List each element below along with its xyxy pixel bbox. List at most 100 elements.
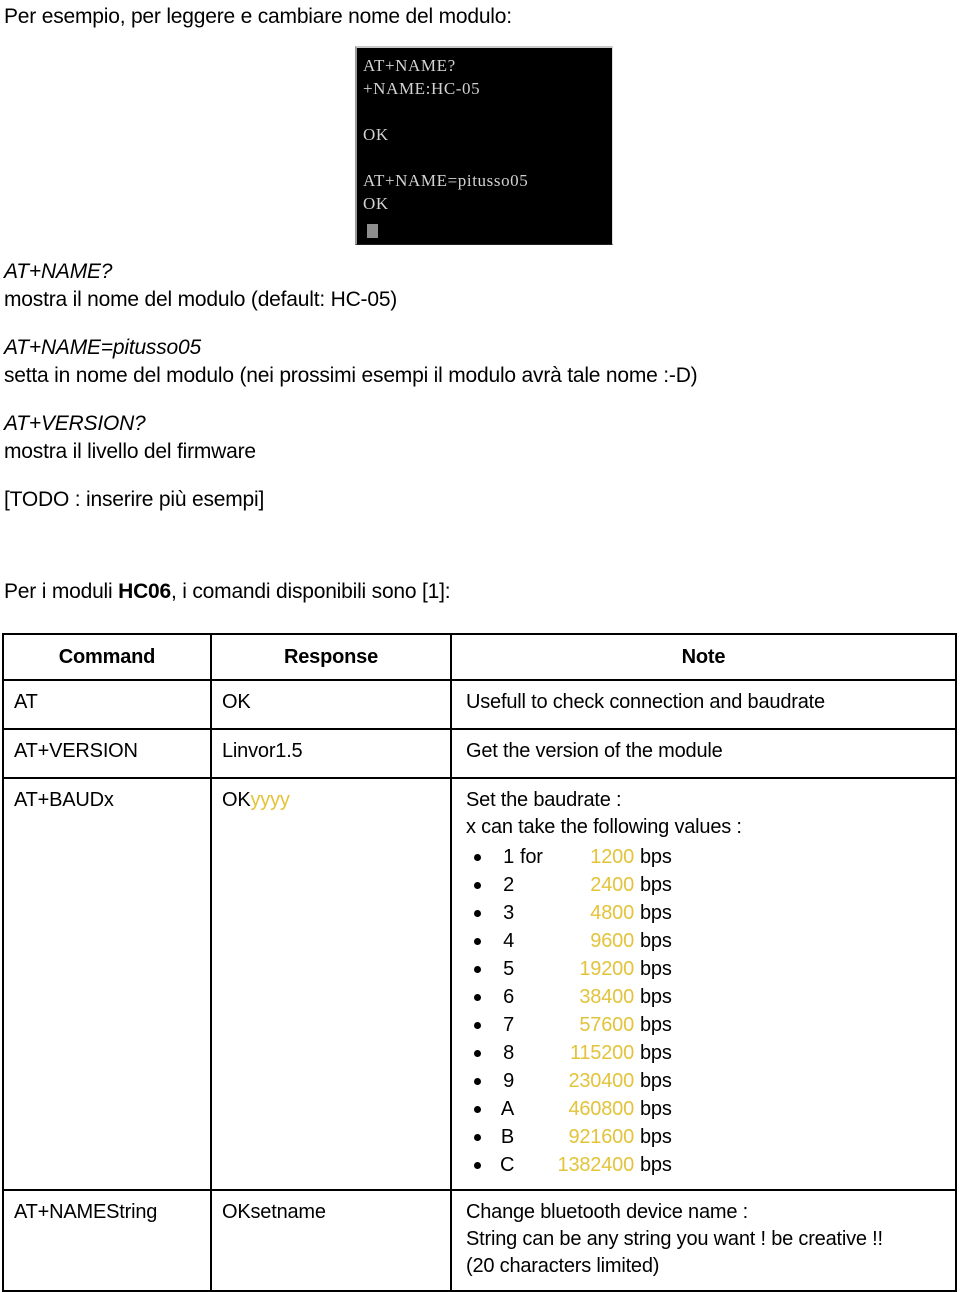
- terminal-line: +NAME:HC-05: [363, 79, 481, 98]
- baudrate-unit: bps: [640, 1154, 672, 1176]
- baudrate-item: 5 19200 bps: [466, 955, 945, 983]
- table-row: AT+VERSION Linvor1.5 Get the version of …: [2, 728, 957, 779]
- baudrate-unit: bps: [640, 958, 672, 980]
- intro-paragraph: Per esempio, per leggere e cambiare nome…: [4, 5, 512, 28]
- bullet-icon: [474, 1022, 481, 1029]
- cell-response-text: OKsetname: [222, 1201, 326, 1223]
- todo-note: [TODO : inserire più esempi]: [4, 488, 265, 511]
- cell-command: AT+NAMEString: [2, 1189, 212, 1292]
- definition-item: AT+VERSION? mostra il livello del firmwa…: [4, 410, 956, 466]
- serial-terminal-screenshot: AT+NAME? +NAME:HC-05 OK AT+NAME=pitusso0…: [355, 46, 613, 245]
- baudrate-value: 57600: [579, 1014, 634, 1036]
- baudrate-unit: bps: [640, 1014, 672, 1036]
- baudrate-index: 3: [503, 902, 514, 924]
- baudrate-value: 1382400: [557, 1154, 635, 1176]
- baudrate-index: 4: [503, 930, 514, 952]
- baudrate-unit: bps: [640, 1098, 672, 1120]
- baudrate-index: 8: [503, 1042, 514, 1064]
- bullet-icon: [474, 1078, 481, 1085]
- baudrate-value: 9600: [590, 930, 634, 952]
- cell-command: AT: [2, 679, 212, 730]
- baudrate-index: C: [500, 1154, 515, 1176]
- baudrate-value: 19200: [579, 958, 634, 980]
- cell-command-text: AT+BAUDx: [14, 789, 114, 811]
- baudrate-item: 6 38400 bps: [466, 983, 945, 1011]
- response-plain: OK: [222, 789, 251, 811]
- baudrate-index: 5: [503, 958, 514, 980]
- baudrate-item: 8 115200 bps: [466, 1039, 945, 1067]
- table-row: AT OK Usefull to check connection and ba…: [2, 679, 957, 730]
- cell-response: OKsetname: [210, 1189, 452, 1292]
- lead-in-module: HC06: [118, 580, 172, 603]
- baudrate-item: 4 9600 bps: [466, 927, 945, 955]
- definition-command: AT+NAME=pitusso05: [4, 336, 201, 359]
- cell-note: Change bluetooth device name : String ca…: [450, 1189, 957, 1292]
- bullet-icon: [474, 1162, 481, 1169]
- terminal-line: OK: [363, 125, 389, 144]
- bullet-icon: [474, 882, 481, 889]
- table-row: AT+BAUDx OKyyyy Set the baudrate : x can…: [2, 777, 957, 1191]
- baudrate-item: 9 230400 bps: [466, 1067, 945, 1095]
- header-note: Note: [450, 633, 957, 681]
- definition-command: AT+NAME?: [4, 260, 113, 283]
- note-line: String can be any string you want ! be c…: [466, 1228, 883, 1250]
- baudrate-item: 3 4800 bps: [466, 899, 945, 927]
- bullet-icon: [474, 910, 481, 917]
- definition-description: setta in nome del modulo (nei prossimi e…: [4, 364, 698, 387]
- cell-note-text: Get the version of the module: [466, 740, 723, 762]
- bullet-icon: [474, 966, 481, 973]
- baudrate-item: B 921600 bps: [466, 1123, 945, 1151]
- baudrate-item: 7 57600 bps: [466, 1011, 945, 1039]
- note-line: Set the baudrate :: [466, 789, 622, 811]
- cell-note: Get the version of the module: [450, 728, 957, 779]
- baudrate-unit: bps: [640, 1126, 672, 1148]
- baudrate-value: 4800: [590, 902, 634, 924]
- bullet-icon: [474, 1106, 481, 1113]
- baudrate-value: 38400: [579, 986, 634, 1008]
- cell-command: AT+VERSION: [2, 728, 212, 779]
- definition-command: AT+VERSION?: [4, 412, 146, 435]
- baudrate-index: 6: [503, 986, 514, 1008]
- command-definitions: AT+NAME? mostra il nome del modulo (defa…: [4, 258, 956, 514]
- baudrate-value: 2400: [590, 874, 634, 896]
- note-line: x can take the following values :: [466, 816, 742, 838]
- lead-in-prefix: Per i moduli: [4, 580, 119, 603]
- terminal-line: AT+NAME=pitusso05: [363, 171, 529, 190]
- baudrate-item: C 1382400 bps: [466, 1151, 945, 1179]
- baudrate-item: 1 for 1200 bps: [466, 843, 945, 871]
- baudrate-for-label: for: [520, 846, 543, 868]
- baudrate-unit: bps: [640, 902, 672, 924]
- definition-description: mostra il livello del firmware: [4, 440, 256, 463]
- baudrate-item: A 460800 bps: [466, 1095, 945, 1123]
- cell-response-text: OK: [222, 691, 251, 713]
- note-line: (20 characters limited): [466, 1255, 660, 1277]
- baudrate-unit: bps: [640, 846, 672, 868]
- cell-note-text: Usefull to check connection and baudrate: [466, 691, 825, 713]
- terminal-content: AT+NAME? +NAME:HC-05 OK AT+NAME=pitusso0…: [357, 48, 612, 244]
- baudrate-value: 115200: [569, 1042, 634, 1064]
- baudrate-value: 1200: [590, 846, 634, 868]
- bullet-icon: [474, 994, 481, 1001]
- baudrate-index: 7: [503, 1014, 514, 1036]
- cell-response: Linvor1.5: [210, 728, 452, 779]
- baudrate-index: A: [500, 1098, 514, 1120]
- response-variable: yyyy: [250, 789, 290, 811]
- definition-description: mostra il nome del modulo (default: HC-0…: [4, 288, 398, 311]
- baudrate-value: 921600: [568, 1126, 634, 1148]
- cell-note-text: Change bluetooth device name : String ca…: [452, 1191, 955, 1290]
- baudrate-index: 2: [503, 874, 514, 896]
- bullet-icon: [474, 1050, 481, 1057]
- baudrate-value: 230400: [568, 1070, 634, 1092]
- bullet-icon: [474, 854, 481, 861]
- baudrate-unit: bps: [640, 986, 672, 1008]
- cell-note-text: Set the baudrate : x can take the follow…: [452, 779, 955, 1189]
- baudrate-unit: bps: [640, 874, 672, 896]
- terminal-cursor-block: [367, 224, 378, 238]
- baudrate-unit: bps: [640, 930, 672, 952]
- cell-response: OKyyyy: [210, 777, 452, 1191]
- cell-response-text: OKyyyy: [212, 779, 450, 824]
- baudrate-value: 460800: [568, 1098, 634, 1120]
- table-lead-in: Per i moduli HC06, i comandi disponibili…: [4, 578, 451, 606]
- terminal-line: AT+NAME?: [363, 56, 456, 75]
